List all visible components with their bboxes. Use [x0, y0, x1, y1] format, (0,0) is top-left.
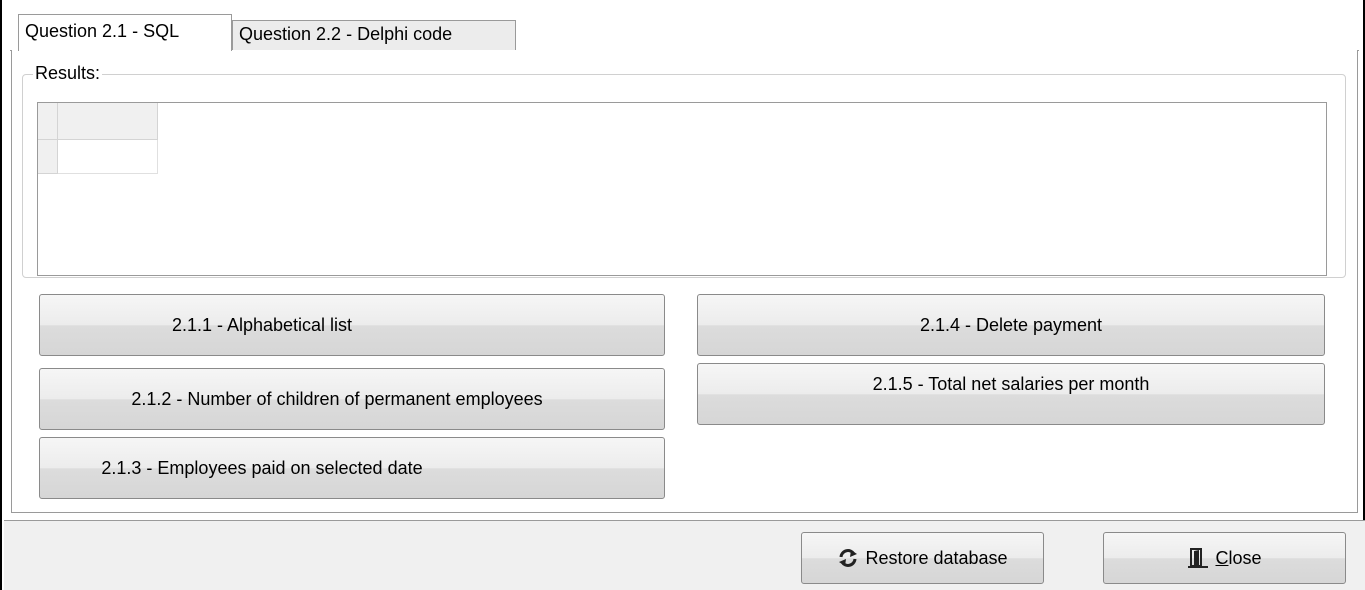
- close-label: Close: [1215, 548, 1261, 569]
- total-net-salaries-button[interactable]: 2.1.5 - Total net salaries per month: [697, 363, 1325, 425]
- tab-label: Question 2.1 - SQL: [25, 21, 180, 41]
- children-permanent-employees-button[interactable]: 2.1.2 - Number of children of permanent …: [39, 368, 665, 430]
- button-label: 2.1.5 - Total net salaries per month: [872, 373, 1150, 394]
- tab-content-panel: Results: 2.1.1 - Alphabetical list 2.1.2…: [11, 50, 1358, 513]
- grid-data-cell[interactable]: [58, 140, 158, 174]
- close-accelerator: C: [1215, 547, 1229, 568]
- button-label: 2.1.4 - Delete payment: [919, 314, 1103, 335]
- results-grid[interactable]: [37, 102, 1327, 276]
- tab-question-2-1-sql[interactable]: Question 2.1 - SQL: [18, 14, 232, 51]
- grid-corner-cell: [38, 103, 58, 140]
- app-window: Question 2.1 - SQL Question 2.2 - Delphi…: [0, 0, 1365, 590]
- alphabetical-list-button[interactable]: 2.1.1 - Alphabetical list: [39, 294, 665, 356]
- close-label-rest: lose: [1228, 547, 1262, 568]
- tab-bar: Question 2.1 - SQL Question 2.2 - Delphi…: [10, 14, 1359, 51]
- button-label: 2.1.2 - Number of children of permanent …: [131, 388, 543, 409]
- button-label: 2.1.1 - Alphabetical list: [171, 314, 353, 335]
- tab-question-2-2-delphi-code[interactable]: Question 2.2 - Delphi code: [232, 20, 516, 50]
- grid-row-indicator: [38, 140, 58, 174]
- grid-header-cell: [58, 103, 158, 140]
- footer-panel: Restore database Close: [4, 520, 1365, 590]
- button-label: 2.1.3 - Employees paid on selected date: [101, 457, 423, 478]
- results-caption: Results:: [33, 62, 103, 84]
- restore-database-button[interactable]: Restore database: [801, 532, 1044, 584]
- tab-label: Question 2.2 - Delphi code: [239, 24, 453, 44]
- delete-payment-button[interactable]: 2.1.4 - Delete payment: [697, 294, 1325, 356]
- refresh-icon: [837, 547, 859, 569]
- employees-paid-on-date-button[interactable]: 2.1.3 - Employees paid on selected date: [39, 437, 665, 499]
- close-button[interactable]: Close: [1103, 532, 1346, 584]
- restore-label: Restore database: [865, 547, 1008, 568]
- door-exit-icon: [1187, 547, 1209, 569]
